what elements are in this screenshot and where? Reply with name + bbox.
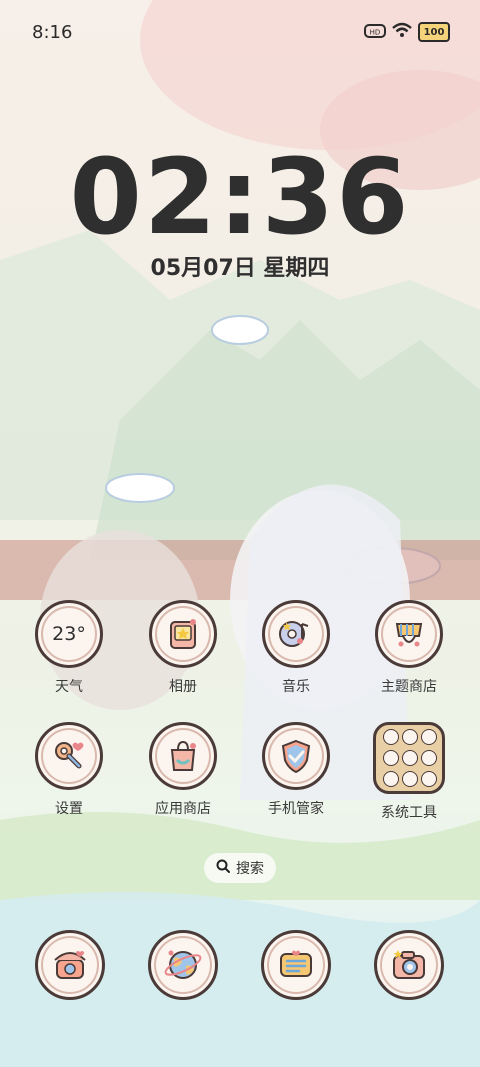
app-label: 系统工具 <box>381 805 437 821</box>
dock-messages[interactable] <box>260 930 332 1002</box>
app-music[interactable]: 音乐 <box>241 600 351 696</box>
app-gallery[interactable]: 相册 <box>128 600 238 696</box>
app-weather[interactable]: 23° 天气 <box>14 600 124 696</box>
app-label: 相册 <box>169 679 197 695</box>
dock-camera[interactable] <box>373 930 445 1002</box>
app-theme-store[interactable]: 主题商店 <box>354 600 464 696</box>
app-label: 音乐 <box>282 679 310 695</box>
settings-icon <box>35 722 103 790</box>
app-label: 应用商店 <box>155 801 211 817</box>
status-time: 8:16 <box>32 22 73 43</box>
gallery-icon <box>149 600 217 668</box>
svg-text:HD: HD <box>370 28 381 36</box>
search-icon <box>216 859 230 877</box>
dock-browser[interactable] <box>147 930 219 1002</box>
search-button[interactable]: 搜索 <box>204 853 276 883</box>
hd-icon: HD <box>364 23 386 42</box>
weather-temperature: 23° <box>52 623 86 645</box>
app-label: 手机管家 <box>268 801 324 817</box>
wifi-icon <box>392 22 412 42</box>
lockscreen-clock: 02:36 <box>69 136 411 258</box>
lockscreen-date: 05月07日 星期四 <box>150 256 330 281</box>
app-store-icon <box>149 722 217 790</box>
app-label: 主题商店 <box>381 679 437 695</box>
phone-manager-icon <box>262 722 330 790</box>
app-system-tools[interactable]: 系统工具 <box>354 722 464 822</box>
app-label: 天气 <box>55 679 83 695</box>
dock-phone[interactable] <box>34 930 106 1002</box>
status-bar: 8:16 HD 100 <box>0 0 480 60</box>
camera-icon <box>374 930 444 1000</box>
battery-icon: 100 <box>418 22 450 42</box>
search-label: 搜索 <box>236 861 264 877</box>
weather-icon: 23° <box>35 600 103 668</box>
system-tools-icon <box>373 722 445 794</box>
app-phone-manager[interactable]: 手机管家 <box>241 722 351 818</box>
app-app-store[interactable]: 应用商店 <box>128 722 238 818</box>
phone-icon <box>35 930 105 1000</box>
app-label: 设置 <box>55 801 83 817</box>
app-settings[interactable]: 设置 <box>14 722 124 818</box>
messages-icon <box>261 930 331 1000</box>
status-icons: HD 100 <box>364 22 450 42</box>
browser-icon <box>148 930 218 1000</box>
theme-store-icon <box>375 600 443 668</box>
music-icon <box>262 600 330 668</box>
